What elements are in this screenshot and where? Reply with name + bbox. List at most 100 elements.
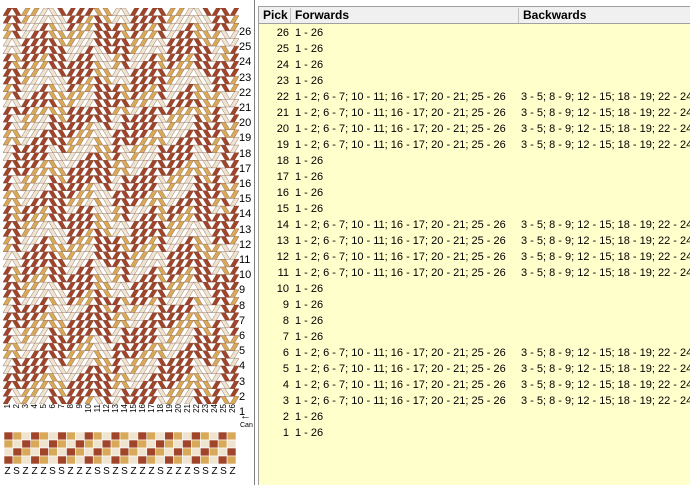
threading-cell[interactable] [173,455,183,464]
threading-cell[interactable] [39,447,49,457]
threading-cell[interactable] [191,455,201,464]
table-row[interactable]: 21 1 - 2; 6 - 7; 10 - 11; 16 - 17; 20 - 2… [259,105,690,121]
threading-cell[interactable] [155,439,165,449]
threading-cell[interactable] [217,439,228,449]
threading-cell[interactable] [101,455,112,464]
threading-cell[interactable] [21,447,32,457]
threading-cell[interactable] [226,439,236,449]
table-row[interactable]: 14 1 - 2; 6 - 7; 10 - 11; 16 - 17; 20 - 2… [259,217,690,233]
threading-cell[interactable] [12,455,23,464]
threading-cell[interactable] [48,439,58,449]
threading-cell[interactable] [101,447,112,457]
threading-cell[interactable] [208,439,219,449]
threading-cell[interactable] [128,439,139,449]
threading-cell[interactable] [200,447,210,457]
table-row[interactable]: 31 - 2; 6 - 7; 10 - 11; 16 - 17; 20 - 21… [259,393,690,409]
threading-cell[interactable] [200,439,210,449]
threading-cell[interactable] [57,447,67,457]
threading-cell[interactable] [12,439,23,449]
threading-cell[interactable] [4,432,14,441]
threading-grid[interactable] [4,432,236,464]
table-row[interactable]: 20 1 - 2; 6 - 7; 10 - 11; 16 - 17; 20 - 2… [259,121,690,137]
threading-cell[interactable] [48,432,58,441]
threading-cell[interactable] [164,432,174,441]
table-row[interactable]: 15 1 - 26 [259,201,690,217]
threading-cell[interactable] [226,455,236,464]
threading-cell[interactable] [4,455,14,464]
threading-cell[interactable] [30,447,40,457]
threading-cell[interactable] [12,447,23,457]
threading-cell[interactable] [92,439,103,449]
table-row[interactable]: 71 - 26 [259,329,690,345]
threading-cell[interactable] [146,432,156,441]
table-row[interactable]: 41 - 2; 6 - 7; 10 - 11; 16 - 17; 20 - 21… [259,377,690,393]
table-row[interactable]: 10 1 - 26 [259,281,690,297]
table-row[interactable]: 11 - 26 [259,425,690,441]
threading-cell[interactable] [164,455,174,464]
threading-cell[interactable] [146,455,156,464]
threading-cell[interactable] [84,439,94,449]
threading-cell[interactable] [110,447,121,457]
table-row[interactable]: 18 1 - 26 [259,153,690,169]
threading-cell[interactable] [84,455,94,464]
threading-cell[interactable] [226,432,236,441]
threading-cell[interactable] [84,432,94,441]
threading-cell[interactable] [30,432,40,441]
threading-cell[interactable] [101,439,112,449]
threading-cell[interactable] [66,439,76,449]
threading-cell[interactable] [92,455,103,464]
threading-cell[interactable] [182,455,192,464]
threading-cell[interactable] [191,447,201,457]
threading-cell[interactable] [30,455,40,464]
table-row[interactable]: 81 - 26 [259,313,690,329]
threading-cell[interactable] [92,432,103,441]
table-row[interactable]: 21 - 26 [259,409,690,425]
table-row[interactable]: 61 - 2; 6 - 7; 10 - 11; 16 - 17; 20 - 21… [259,345,690,361]
threading-cell[interactable] [155,455,165,464]
table-row[interactable]: 23 1 - 26 [259,73,690,89]
threading-cell[interactable] [84,447,94,457]
threading-cell[interactable] [155,447,165,457]
threading-cell[interactable] [101,432,112,441]
threading-cell[interactable] [137,439,148,449]
table-row[interactable]: 25 1 - 26 [259,41,690,57]
table-row[interactable]: 11 1 - 2; 6 - 7; 10 - 11; 16 - 17; 20 - 2… [259,265,690,281]
table-row[interactable]: 24 1 - 26 [259,57,690,73]
threading-cell[interactable] [137,432,148,441]
threading-cell[interactable] [119,447,130,457]
threading-cell[interactable] [21,432,32,441]
table-row[interactable]: 91 - 26 [259,297,690,313]
threading-cell[interactable] [173,447,183,457]
threading-cell[interactable] [66,455,76,464]
threading-cell[interactable] [75,432,85,441]
threading-cell[interactable] [137,455,148,464]
threading-cell[interactable] [217,447,228,457]
column-header-backwards[interactable]: Backwards [519,8,690,23]
threading-cell[interactable] [137,447,148,457]
table-row[interactable]: 51 - 2; 6 - 7; 10 - 11; 16 - 17; 20 - 21… [259,361,690,377]
threading-cell[interactable] [200,432,210,441]
threading-cell[interactable] [110,455,121,464]
threading-cell[interactable] [66,447,76,457]
table-row[interactable]: 22 1 - 2; 6 - 7; 10 - 11; 16 - 17; 20 - 2… [259,89,690,105]
threading-cell[interactable] [92,447,103,457]
threading-cell[interactable] [66,432,76,441]
threading-cell[interactable] [21,439,32,449]
threading-cell[interactable] [57,455,67,464]
threading-cell[interactable] [200,455,210,464]
threading-cell[interactable] [30,439,40,449]
threading-cell[interactable] [146,447,156,457]
column-header-pick[interactable]: Pick [259,8,291,23]
threading-cell[interactable] [128,432,139,441]
threading-cell[interactable] [128,447,139,457]
threading-cell[interactable] [75,439,85,449]
table-row[interactable]: 12 1 - 2; 6 - 7; 10 - 11; 16 - 17; 20 - 2… [259,249,690,265]
threading-cell[interactable] [39,439,49,449]
threading-cell[interactable] [119,432,130,441]
threading-cell[interactable] [191,439,201,449]
threading-cell[interactable] [75,455,85,464]
threading-cell[interactable] [75,447,85,457]
threading-cell[interactable] [155,432,165,441]
threading-cell[interactable] [217,455,228,464]
table-row[interactable]: 16 1 - 26 [259,185,690,201]
